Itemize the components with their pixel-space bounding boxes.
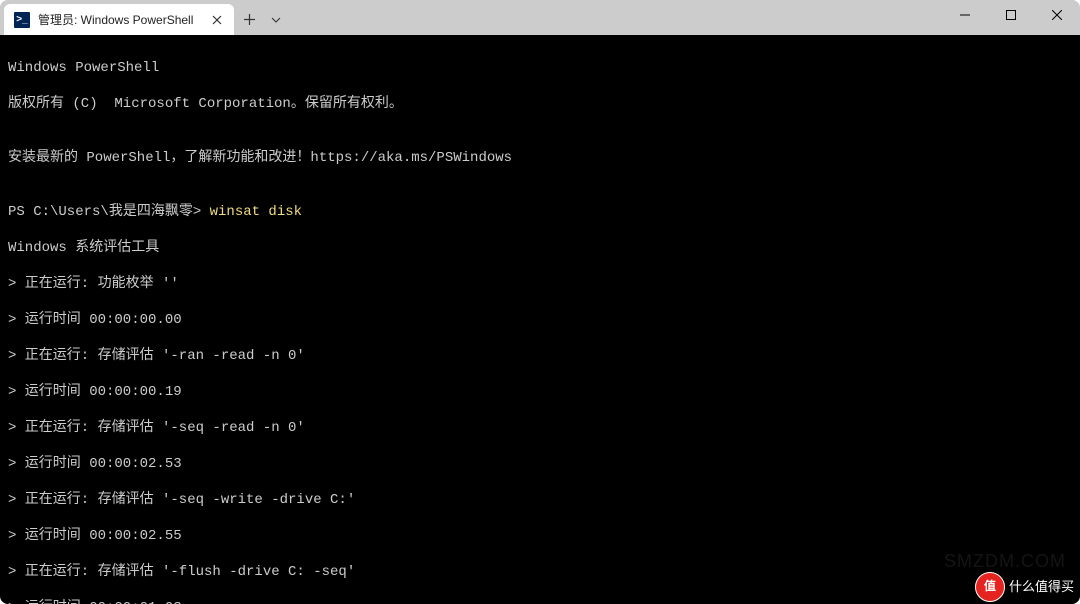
minimize-icon <box>960 10 970 20</box>
terminal-line: Windows 系统评估工具 <box>8 239 1072 257</box>
command-text: winsat disk <box>210 204 302 220</box>
watermark-text: 什么值得买 <box>1009 578 1074 596</box>
terminal-line: > 运行时间 00:00:02.53 <box>8 455 1072 473</box>
close-icon <box>1052 10 1062 20</box>
tab-dropdown-button[interactable] <box>264 4 288 35</box>
powershell-icon: >_ <box>14 12 30 28</box>
terminal-line: > 正在运行: 功能枚举 '' <box>8 275 1072 293</box>
watermark-faint: SMZDM.COM <box>944 552 1066 570</box>
app-window: >_ 管理员: Windows PowerShell Windows Power… <box>0 0 1080 604</box>
terminal-line: > 运行时间 00:00:00.00 <box>8 311 1072 329</box>
prompt-line: PS C:\Users\我是四海飘零> winsat disk <box>8 203 1072 221</box>
minimize-button[interactable] <box>942 0 988 30</box>
terminal-line: > 正在运行: 存储评估 '-flush -drive C: -seq' <box>8 563 1072 581</box>
terminal-line: > 正在运行: 存储评估 '-seq -write -drive C:' <box>8 491 1072 509</box>
maximize-icon <box>1006 10 1016 20</box>
terminal-line: > 运行时间 00:00:02.55 <box>8 527 1072 545</box>
maximize-button[interactable] <box>988 0 1034 30</box>
watermark-badge: 值 <box>975 572 1005 602</box>
close-icon <box>212 15 222 25</box>
terminal-line: > 运行时间 00:00:01.03 <box>8 599 1072 604</box>
terminal-area[interactable]: Windows PowerShell 版权所有 (C) Microsoft Co… <box>0 35 1080 604</box>
terminal-line: > 正在运行: 存储评估 '-seq -read -n 0' <box>8 419 1072 437</box>
tab-powershell[interactable]: >_ 管理员: Windows PowerShell <box>4 4 234 35</box>
close-window-button[interactable] <box>1034 0 1080 30</box>
watermark: 值 什么值得买 <box>975 572 1074 602</box>
tab-title: 管理员: Windows PowerShell <box>38 11 200 28</box>
titlebar-drag-area[interactable] <box>288 0 942 35</box>
plus-icon <box>244 14 255 25</box>
chevron-down-icon <box>271 17 281 23</box>
tab-close-button[interactable] <box>208 11 226 29</box>
terminal-line: > 运行时间 00:00:00.19 <box>8 383 1072 401</box>
titlebar: >_ 管理员: Windows PowerShell <box>0 0 1080 35</box>
prompt-prefix: PS C:\Users\我是四海飘零> <box>8 204 210 220</box>
terminal-line: Windows PowerShell <box>8 59 1072 77</box>
terminal-line: > 正在运行: 存储评估 '-ran -read -n 0' <box>8 347 1072 365</box>
terminal-line: 版权所有 (C) Microsoft Corporation。保留所有权利。 <box>8 95 1072 113</box>
new-tab-button[interactable] <box>234 4 264 35</box>
terminal-line: 安装最新的 PowerShell，了解新功能和改进！https://aka.ms… <box>8 149 1072 167</box>
